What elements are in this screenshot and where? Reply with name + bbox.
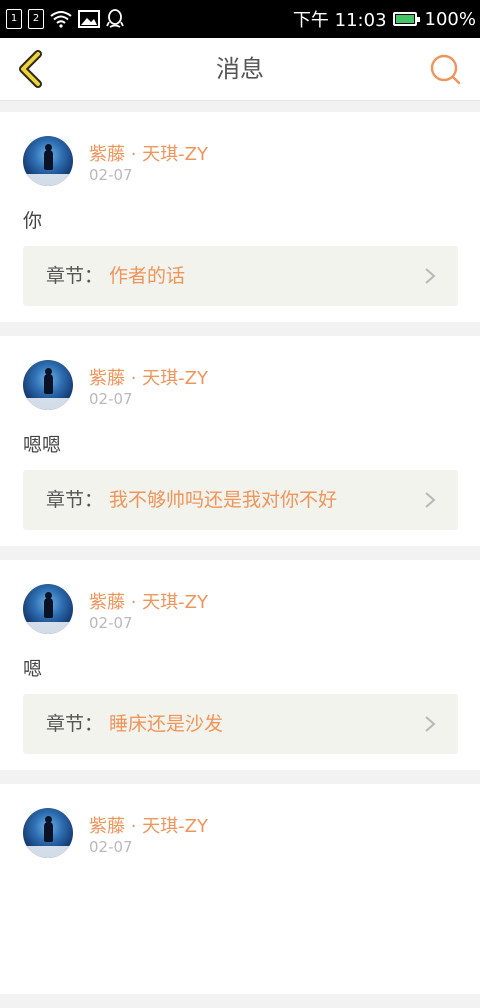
battery-level: 100% xyxy=(424,8,476,30)
message-date: 02-07 xyxy=(89,614,133,632)
message-text: 嗯嗯 xyxy=(23,434,62,456)
chevron-right-icon xyxy=(425,716,436,732)
chapter-label: 章节： xyxy=(46,489,104,511)
status-bar: 1 2 下午 11:03 100% xyxy=(0,0,480,38)
sim1-icon: 1 xyxy=(6,9,22,29)
avatar[interactable] xyxy=(23,136,73,186)
chapter-title: 作者的话 xyxy=(109,265,186,287)
wifi-icon xyxy=(50,11,72,28)
message-card: 紫藤 · 天琪-ZY 02-07 嗯 章节： 睡床还是沙发 xyxy=(0,560,480,770)
username[interactable]: 紫藤 · 天琪-ZY xyxy=(89,364,208,390)
avatar[interactable] xyxy=(23,584,73,634)
chapter-title: 睡床还是沙发 xyxy=(109,713,224,735)
status-icons-left: 1 2 xyxy=(6,8,124,30)
app-header: 消息 xyxy=(0,38,480,101)
qq-icon xyxy=(106,9,124,28)
sim1-label: 1 xyxy=(10,13,18,24)
chapter-link[interactable]: 章节： 我不够帅吗还是我对你不好 xyxy=(23,470,458,530)
message-date: 02-07 xyxy=(89,390,133,408)
battery-icon xyxy=(392,12,420,26)
message-text: 你 xyxy=(23,210,43,232)
chapter-label: 章节： xyxy=(46,713,104,735)
message-card: 紫藤 · 天琪-ZY 02-07 嗯嗯 章节： 我不够帅吗还是我对你不好 xyxy=(0,336,480,546)
sim2-icon: 2 xyxy=(28,9,44,29)
username[interactable]: 紫藤 · 天琪-ZY xyxy=(89,588,208,614)
avatar[interactable] xyxy=(23,360,73,410)
search-icon[interactable] xyxy=(428,52,462,86)
username[interactable]: 紫藤 · 天琪-ZY xyxy=(89,140,208,166)
sim2-label: 2 xyxy=(32,13,40,24)
clock-time: 下午 11:03 xyxy=(292,10,387,31)
image-icon xyxy=(78,10,100,28)
message-date: 02-07 xyxy=(89,166,133,184)
chapter-title: 我不够帅吗还是我对你不好 xyxy=(109,489,338,511)
username[interactable]: 紫藤 · 天琪-ZY xyxy=(89,812,208,838)
message-text: 嗯 xyxy=(23,658,43,680)
message-card: 紫藤 · 天琪-ZY 02-07 xyxy=(0,784,480,994)
message-date: 02-07 xyxy=(89,838,133,856)
chevron-right-icon xyxy=(425,492,436,508)
page-title: 消息 xyxy=(216,55,264,83)
message-card: 紫藤 · 天琪-ZY 02-07 你 章节： 作者的话 xyxy=(0,112,480,322)
chapter-label: 章节： xyxy=(46,265,104,287)
chapter-link[interactable]: 章节： 作者的话 xyxy=(23,246,458,306)
message-list: 紫藤 · 天琪-ZY 02-07 你 章节： 作者的话 紫藤 · 天琪-ZY 0… xyxy=(0,112,480,1008)
avatar[interactable] xyxy=(23,808,73,858)
chevron-right-icon xyxy=(425,268,436,284)
status-icons-right: 下午 11:03 100% xyxy=(293,0,476,38)
chapter-link[interactable]: 章节： 睡床还是沙发 xyxy=(23,694,458,754)
